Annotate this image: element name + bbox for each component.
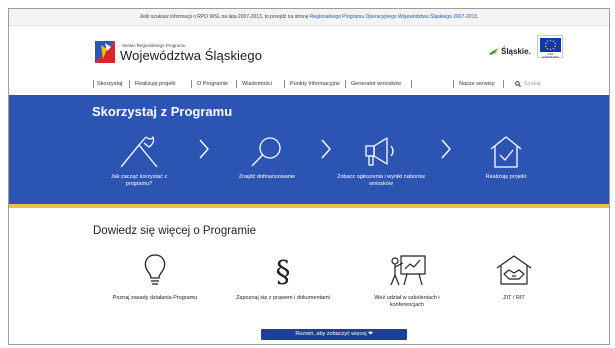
megaphone-icon	[365, 137, 394, 166]
page: Jeśli szukasz informacji o RPO WSL na la…	[0, 0, 615, 348]
eu-caption: UNIA EUROPEJSKA	[542, 53, 559, 59]
nav-separator	[93, 80, 94, 88]
nav-separator	[453, 80, 454, 88]
nav-separator	[191, 80, 192, 88]
program-title: Skorzystaj z Programu	[92, 104, 233, 119]
chevron-right-icon	[321, 139, 331, 159]
step-label: Znajdź dofinansowanie	[238, 174, 296, 180]
chevron-right-icon	[199, 139, 209, 159]
step-ogloszenia[interactable]: Zobacz ogłoszenia i wyniki naborów wnios…	[335, 135, 427, 188]
house-check-icon	[490, 136, 522, 168]
step-label: Zobacz ogłoszenia i wyniki naborów wnios…	[337, 174, 425, 187]
browser-frame: Jeśli szukasz informacji o RPO WSL na la…	[8, 8, 610, 345]
search-icon[interactable]	[515, 81, 521, 87]
eu-flag-icon	[540, 38, 561, 52]
magnifier-icon	[251, 137, 281, 167]
step-label: Jak zacząć korzystać z programu?	[110, 174, 168, 187]
step-realizuje[interactable]: Realizuję projekt	[471, 135, 541, 181]
site-header: Serwis Regionalnego Programu Województwa…	[9, 26, 609, 78]
info-bar-link[interactable]: Regionalnego Programu Operacyjnego Wojew…	[310, 14, 479, 20]
info-bar-text: Jeśli szukasz informacji o RPO WSL na la…	[139, 14, 310, 20]
nav-separator	[411, 80, 412, 88]
nav-separator	[503, 80, 504, 88]
search-input[interactable]: Szukaj	[524, 77, 541, 91]
tile-prawo[interactable]: § Zapoznaj się z prawem i dokumentami	[235, 253, 331, 302]
step-jak-zaczac[interactable]: Jak zacząć korzystać z programu?	[107, 135, 171, 188]
tile-label: Weź udział w szkoleniach i konferencjach	[374, 295, 440, 308]
flag-icon	[120, 136, 158, 168]
nav-separator	[236, 80, 237, 88]
main-nav: Skorzystaj Realizuję projekt O Programie…	[93, 77, 563, 91]
chevron-right-icon	[441, 139, 451, 159]
step-znajdz[interactable]: Znajdź dofinansowanie	[231, 135, 303, 181]
expand-more-button[interactable]: Rozwiń, aby zobaczyć więcej ❤	[261, 329, 407, 340]
paragraph-icon: §	[276, 255, 291, 287]
eu-logo: UNIA EUROPEJSKA	[537, 35, 563, 59]
presentation-icon	[390, 255, 426, 286]
nav-separator	[284, 80, 285, 88]
gold-stripe	[9, 204, 609, 208]
nav-separator	[129, 80, 130, 88]
slaskie-brand[interactable]: Śląskie.	[489, 47, 531, 56]
program-band: Skorzystaj z Programu Jak zacząć korzyst…	[9, 95, 609, 204]
info-bar: Jeśli szukasz informacji o RPO WSL na la…	[9, 9, 609, 26]
nav-item-punkty[interactable]: Punkty Informacyjne	[290, 77, 340, 91]
logo-title[interactable]: Województwa Śląskiego	[120, 48, 262, 63]
tile-zasady[interactable]: Poznaj zasady działania Programu	[107, 253, 203, 302]
nav-item-o-programie[interactable]: O Programie	[197, 77, 228, 91]
nav-item-generator[interactable]: Generator wniosków	[351, 77, 401, 91]
tile-label: ZIT / RIT	[503, 295, 525, 301]
nav-separator	[345, 80, 346, 88]
tile-label: Poznaj zasady działania Programu	[112, 295, 198, 301]
tile-zit-rit[interactable]: ZIT / RIT	[479, 253, 549, 302]
svg-text:§: §	[276, 255, 291, 287]
nav-item-wiadomosci[interactable]: Wiadomości	[242, 77, 272, 91]
handshake-icon	[496, 255, 532, 285]
nav-item-realizuje[interactable]: Realizuję projekt	[135, 77, 176, 91]
slaskie-brand-text: Śląskie.	[501, 47, 531, 56]
more-title: Dowiedz się więcej o Programie	[93, 225, 256, 237]
step-label: Realizuję projekt	[485, 174, 527, 180]
slaskie-bird-icon	[489, 48, 499, 55]
nav-item-skorzystaj[interactable]: Skorzystaj	[97, 77, 122, 91]
tile-label: Zapoznaj się z prawem i dokumentami	[236, 295, 330, 301]
program-logo-icon[interactable]	[93, 39, 117, 65]
lightbulb-icon	[144, 254, 166, 285]
tile-szkolenia[interactable]: Weź udział w szkoleniach i konferencjach	[357, 253, 457, 309]
nav-item-nasze-serwisy[interactable]: Nasze serwisy	[459, 77, 494, 91]
